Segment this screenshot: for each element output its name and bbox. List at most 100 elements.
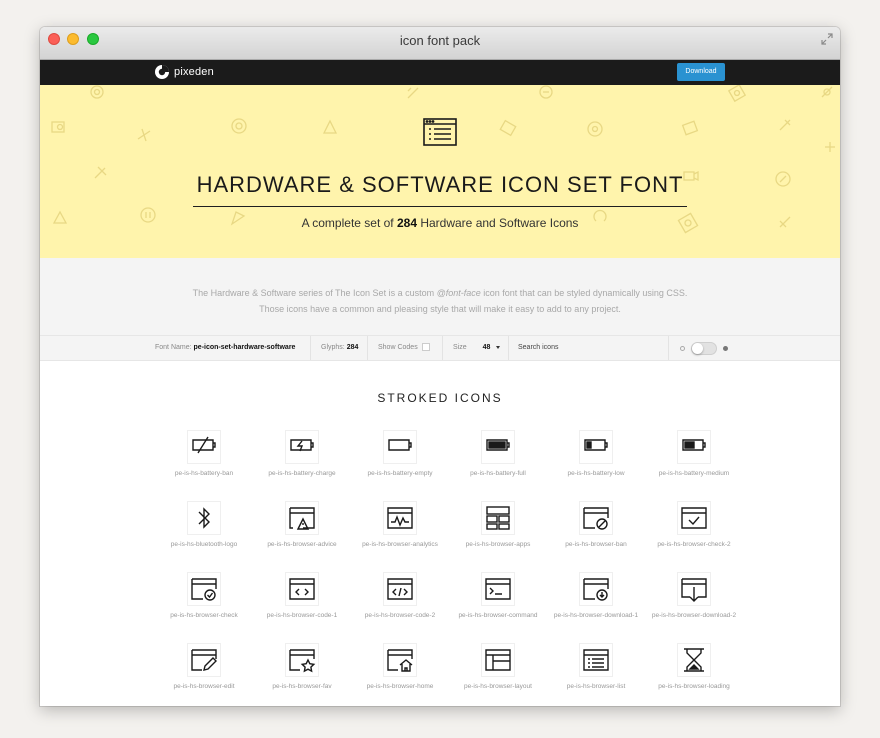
font-name-value: pe-icon-set-hardware-software	[193, 344, 296, 351]
browser-fav-icon	[285, 643, 319, 677]
battery-ban-icon	[187, 430, 221, 464]
icon-card[interactable]: pe-is-hs-browser-layout	[449, 643, 547, 694]
icon-card[interactable]: pe-is-hs-battery-empty	[351, 430, 449, 481]
icon-card[interactable]: pe-is-hs-browser-list	[547, 643, 645, 694]
icon-card[interactable]: pe-is-hs-browser-loading	[645, 643, 743, 694]
title-divider	[193, 206, 687, 207]
icon-label: pe-is-hs-browser-loading	[658, 683, 730, 690]
icon-label: pe-is-hs-browser-layout	[464, 683, 532, 690]
icon-card[interactable]: pe-is-hs-browser-ban	[547, 501, 645, 552]
pixeden-logo[interactable]: pixeden	[154, 64, 214, 80]
browser-ban-icon	[579, 501, 613, 535]
icon-label: pe-is-hs-browser-analytics	[362, 541, 438, 548]
window-title: icon font pack	[399, 33, 481, 48]
browser-download-2-icon	[677, 572, 711, 606]
browser-check-2-icon	[677, 501, 711, 535]
fullscreen-icon[interactable]	[820, 32, 834, 46]
icon-label: pe-is-hs-bluetooth-logo	[170, 541, 238, 548]
icon-card[interactable]: pe-is-hs-browser-download-2	[645, 572, 743, 623]
icon-label: pe-is-hs-battery-medium	[658, 470, 730, 477]
icon-label: pe-is-hs-browser-ban	[565, 541, 627, 548]
browser-check-icon	[187, 572, 221, 606]
page-subtitle: A complete set of 284 Hardware and Softw…	[301, 216, 579, 230]
site-navbar: pixeden Download	[40, 60, 840, 85]
size-select[interactable]: Size 48	[453, 336, 501, 360]
theme-toggle-group	[680, 342, 728, 355]
icon-card[interactable]: pe-is-hs-bluetooth-logo	[155, 501, 253, 552]
icon-card[interactable]: pe-is-hs-browser-fav	[253, 643, 351, 694]
browser-loading-icon	[677, 643, 711, 677]
icon-label: pe-is-hs-battery-charge	[268, 470, 336, 477]
icon-card[interactable]: pe-is-hs-browser-command	[449, 572, 547, 623]
browser-apps-icon	[481, 501, 515, 535]
icon-card[interactable]: pe-is-hs-battery-medium	[645, 430, 743, 481]
icon-label: pe-is-hs-battery-empty	[367, 470, 433, 477]
icon-label: pe-is-hs-browser-check-2	[657, 541, 731, 548]
icon-label: pe-is-hs-browser-download-1	[553, 612, 639, 619]
font-toolbar: Font Name: pe-icon-set-hardware-software…	[40, 335, 840, 361]
page-title: HARDWARE & SOFTWARE ICON SET FONT	[196, 172, 684, 197]
browser-edit-icon	[187, 643, 221, 677]
battery-medium-icon	[677, 430, 711, 464]
browser-list-icon	[579, 643, 613, 677]
icon-count: 284	[396, 216, 417, 230]
theme-switch[interactable]	[691, 342, 717, 355]
browser-list-hero-icon	[423, 118, 457, 146]
bluetooth-icon	[187, 501, 221, 535]
show-codes-toggle[interactable]: Show Codes	[378, 336, 430, 360]
icon-card[interactable]: pe-is-hs-browser-apps	[449, 501, 547, 552]
browser-code-1-icon	[285, 572, 319, 606]
icon-card[interactable]: pe-is-hs-browser-home	[351, 643, 449, 694]
show-codes-checkbox[interactable]	[421, 343, 430, 352]
icon-card[interactable]: pe-is-hs-browser-check-2	[645, 501, 743, 552]
icon-label: pe-is-hs-browser-command	[458, 612, 538, 619]
icon-label: pe-is-hs-browser-advice	[267, 541, 337, 548]
browser-window: icon font pack pixeden Download HARDWARE…	[40, 27, 840, 706]
size-value: 48	[482, 344, 491, 351]
search-input[interactable]: Search icons	[518, 336, 558, 360]
icon-card[interactable]: pe-is-hs-battery-ban	[155, 430, 253, 481]
battery-low-icon	[579, 430, 613, 464]
glyphs-value: 284	[346, 344, 359, 351]
description-block: The Hardware & Software series of The Ic…	[40, 258, 840, 335]
icon-label: pe-is-hs-browser-code-2	[364, 612, 436, 619]
battery-full-icon	[481, 430, 515, 464]
browser-layout-icon	[481, 643, 515, 677]
logo-text: pixeden	[174, 66, 214, 78]
window-titlebar: icon font pack	[40, 27, 840, 60]
chevron-down-icon	[496, 345, 501, 349]
browser-command-icon	[481, 572, 515, 606]
description-line-2: Those icons have a common and pleasing s…	[259, 304, 621, 314]
icon-card[interactable]: pe-is-hs-browser-check	[155, 572, 253, 623]
icon-label: pe-is-hs-browser-code-1	[266, 612, 338, 619]
icon-label: pe-is-hs-battery-low	[567, 470, 625, 477]
icon-card[interactable]: pe-is-hs-browser-download-1	[547, 572, 645, 623]
browser-download-1-icon	[579, 572, 613, 606]
icon-label: pe-is-hs-browser-edit	[173, 683, 235, 690]
icon-card[interactable]: pe-is-hs-browser-analytics	[351, 501, 449, 552]
download-button[interactable]: Download	[677, 63, 725, 81]
icon-label: pe-is-hs-battery-full	[470, 470, 526, 477]
icon-label: pe-is-hs-browser-list	[566, 683, 626, 690]
hero-banner: HARDWARE & SOFTWARE ICON SET FONT A comp…	[40, 85, 840, 258]
icon-label: pe-is-hs-browser-home	[366, 683, 434, 690]
icon-card[interactable]: pe-is-hs-browser-advice	[253, 501, 351, 552]
pixeden-logo-icon	[155, 65, 169, 79]
dark-mode-icon	[723, 346, 728, 351]
battery-charge-icon	[285, 430, 319, 464]
icon-card[interactable]: pe-is-hs-browser-edit	[155, 643, 253, 694]
browser-analytics-icon	[383, 501, 417, 535]
battery-empty-icon	[383, 430, 417, 464]
icon-card[interactable]: pe-is-hs-battery-charge	[253, 430, 351, 481]
light-mode-icon	[680, 346, 685, 351]
icon-card[interactable]: pe-is-hs-browser-code-1	[253, 572, 351, 623]
icon-label: pe-is-hs-battery-ban	[174, 470, 234, 477]
icon-card[interactable]: pe-is-hs-battery-low	[547, 430, 645, 481]
description-line-1: The Hardware & Software series of The Ic…	[192, 288, 688, 298]
icon-card[interactable]: pe-is-hs-battery-full	[449, 430, 547, 481]
icon-card[interactable]: pe-is-hs-browser-code-2	[351, 572, 449, 623]
browser-code-2-icon	[383, 572, 417, 606]
icon-label: pe-is-hs-browser-fav	[272, 683, 332, 690]
icon-label: pe-is-hs-browser-check	[170, 612, 238, 619]
section-title: STROKED ICONS	[377, 391, 503, 405]
